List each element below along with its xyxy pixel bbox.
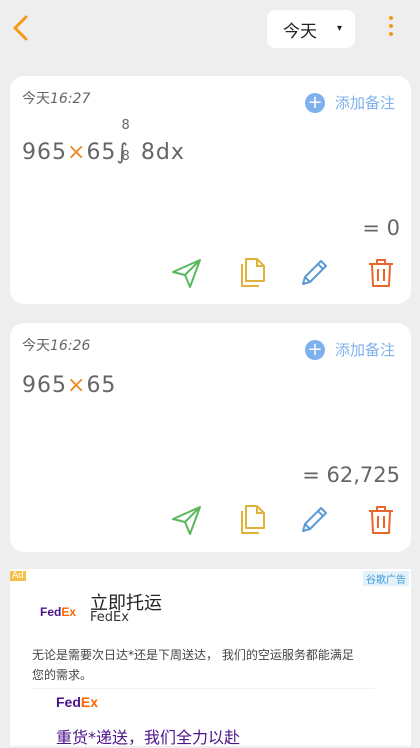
copy-icon[interactable] (236, 256, 270, 292)
fedex-logo: FedEx (56, 694, 99, 710)
back-arrow-icon[interactable] (10, 14, 34, 42)
record-time: 16:27 (50, 91, 91, 107)
top-bar: 今天 ▾ (0, 0, 420, 60)
pencil-icon[interactable] (297, 503, 331, 539)
record-timestamp: 今天16:27 (22, 88, 90, 108)
chevron-down-icon: ▾ (336, 23, 342, 34)
record-date: 今天 (22, 91, 50, 107)
copy-icon[interactable] (236, 503, 270, 539)
date-filter-dropdown[interactable]: 今天 ▾ (267, 10, 355, 48)
trash-icon[interactable] (364, 503, 398, 539)
expr-operand-b: 65 (86, 140, 117, 165)
integral-upper-limit: 8 (121, 118, 131, 133)
ad-network-tag: 谷歌广告 (363, 571, 409, 586)
pencil-icon[interactable] (297, 256, 331, 292)
integral-sign: ∫ 8 8 (116, 118, 131, 165)
ad-tag: Ad (10, 571, 26, 581)
multiply-operator: × (67, 140, 87, 165)
more-options-icon[interactable] (383, 16, 399, 42)
record-timestamp: 今天16:26 (22, 335, 90, 355)
record-date: 今天 (22, 338, 50, 354)
send-icon[interactable] (170, 256, 204, 292)
record-actions (170, 503, 400, 543)
expr-operand-a: 965 (22, 373, 67, 398)
plus-icon: + (304, 92, 325, 113)
date-filter-label: 今天 (283, 21, 317, 42)
ad-brand: FedEx (90, 610, 129, 625)
ad-promo-text: 重货*递送，我们全力以赴 (56, 728, 241, 747)
ad-description: 无论是需要次日达*还是下周送达， 我们的空运服务都能满足您的需求。 (32, 648, 354, 682)
record-expression: 965×65 (22, 373, 116, 398)
expr-operand-a: 965 (22, 140, 67, 165)
record-time: 16:26 (50, 338, 91, 354)
integral-lower-limit: 8 (121, 149, 131, 164)
ad-banner[interactable]: Ad 谷歌广告 FedEx 立即托运 FedEx 无论是需要次日达*还是下周送达… (10, 569, 411, 747)
plus-icon: + (304, 339, 325, 360)
record-actions (170, 256, 400, 296)
trash-icon[interactable] (364, 256, 398, 292)
add-note-label: 添加备注 (334, 94, 395, 112)
expr-operand-b: 65 (86, 373, 117, 398)
record-expression: 965×65∫ 8 8 8dx (22, 118, 185, 165)
history-record: 今天16:26 + 添加备注 965×65 = 62,725 (10, 323, 411, 552)
add-note-label: 添加备注 (334, 341, 395, 359)
send-icon[interactable] (170, 503, 204, 539)
ad-divider (32, 688, 374, 689)
record-result: = 62,725 (302, 463, 400, 487)
integrand: 8dx (140, 140, 185, 165)
fedex-logo: FedEx (40, 605, 77, 619)
history-record: 今天16:27 + 添加备注 965×65∫ 8 8 8dx = 0 (10, 76, 411, 304)
add-note-button[interactable]: + 添加备注 (304, 92, 395, 113)
multiply-operator: × (67, 373, 87, 398)
record-result: = 0 (362, 216, 400, 240)
add-note-button[interactable]: + 添加备注 (304, 339, 395, 360)
